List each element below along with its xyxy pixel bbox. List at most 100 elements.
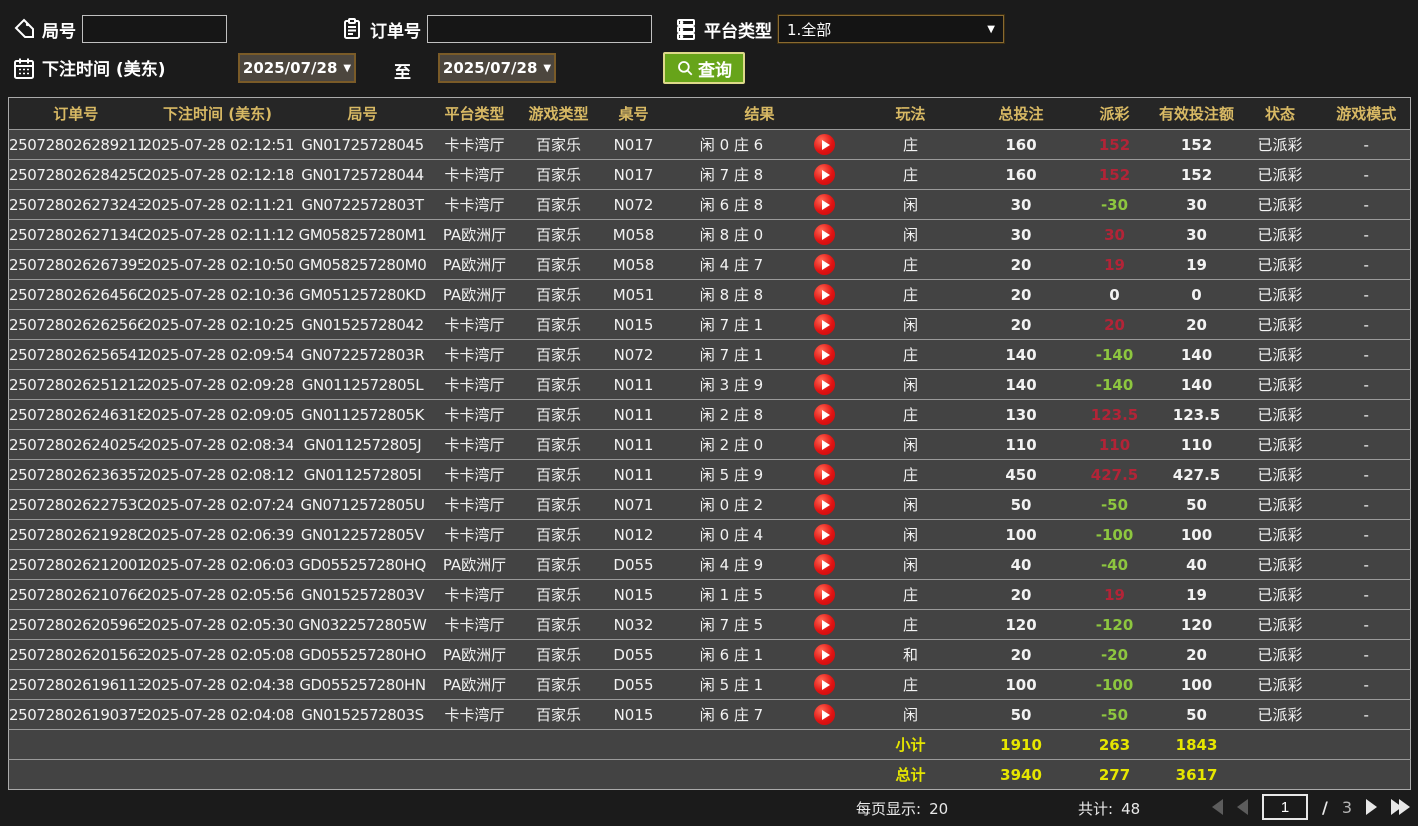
cell-round: GN0722572803R (292, 339, 433, 370)
cell-mode: - (1322, 489, 1411, 520)
subtotal-row-value: 小计 (852, 729, 969, 760)
cell-result: 闲 1 庄 5 (666, 579, 797, 610)
cell-platform: PA欧洲厅 (432, 219, 517, 250)
last-page-button[interactable] (1391, 799, 1411, 815)
date-to-select[interactable]: 2025/07/28 ▼ (438, 53, 556, 83)
cell-result: 闲 5 庄 1 (666, 669, 797, 700)
play-video-button[interactable] (814, 494, 835, 515)
cell-game: 百家乐 (516, 279, 601, 310)
cell-status: 已派彩 (1237, 699, 1323, 730)
cell-play (796, 609, 853, 640)
cell-play (796, 189, 853, 220)
cell-platform: 卡卡湾厅 (432, 609, 517, 640)
play-video-button[interactable] (814, 464, 835, 485)
page-number-input[interactable] (1262, 794, 1308, 820)
cell-bet: 闲 (852, 699, 969, 730)
cell-time: 2025-07-28 02:11:12 (142, 219, 293, 250)
bet-time-filter-group: 下注时间 (美东) (12, 55, 165, 80)
cell-status: 已派彩 (1237, 549, 1323, 580)
col-header-bet: 玩法 (852, 97, 969, 130)
cell-play (796, 129, 853, 160)
play-video-button[interactable] (814, 344, 835, 365)
cell-payout: -30 (1073, 189, 1156, 220)
play-video-button[interactable] (814, 434, 835, 455)
bet-time-filter-label: 下注时间 (美东) (42, 60, 166, 80)
round-input[interactable] (82, 15, 227, 43)
cell-order: 250728026240254 (8, 429, 143, 460)
query-button[interactable]: 查询 (663, 52, 745, 84)
cell-play (796, 369, 853, 400)
cell-payout: 0 (1073, 279, 1156, 310)
pagination: / 3 (1212, 794, 1411, 820)
table-row: 250728026201563 2025-07-28 02:05:08 GD0552… (8, 639, 1411, 670)
cell-payout: 20 (1073, 309, 1156, 340)
cell-order: 250728026227530 (8, 489, 143, 520)
table-header-row: 订单号 下注时间 (美东) 局号 平台类型 游戏类型 桌号 结果 玩法 总投注 … (8, 97, 1411, 130)
cell-mode: - (1322, 669, 1411, 700)
cell-platform: 卡卡湾厅 (432, 189, 517, 220)
cell-platform: 卡卡湾厅 (432, 369, 517, 400)
play-video-button[interactable] (814, 614, 835, 635)
platform-select[interactable]: 1.全部 ▼ (777, 14, 1005, 44)
server-list-icon (674, 17, 698, 41)
play-video-button[interactable] (814, 404, 835, 425)
first-page-button[interactable] (1212, 799, 1223, 815)
cell-game: 百家乐 (516, 339, 601, 370)
play-video-button[interactable] (814, 194, 835, 215)
cell-valid: 30 (1155, 189, 1238, 220)
next-page-button[interactable] (1366, 799, 1378, 815)
play-video-button[interactable] (814, 674, 835, 695)
play-video-button[interactable] (814, 254, 835, 275)
cell-valid: 50 (1155, 699, 1238, 730)
order-filter-group: 订单号 (340, 15, 652, 43)
table-row: 250728026273243 2025-07-28 02:11:21 GN0722… (8, 189, 1411, 220)
play-video-button[interactable] (814, 164, 835, 185)
order-input[interactable] (427, 15, 652, 43)
cell-valid: 0 (1155, 279, 1238, 310)
cell-payout: -120 (1073, 609, 1156, 640)
date-from-select[interactable]: 2025/07/28 ▼ (238, 53, 356, 83)
date-range-to-label: 至 (394, 63, 411, 83)
play-video-button[interactable] (814, 134, 835, 155)
cell-table_no: N015 (600, 699, 667, 730)
empty-cell (1322, 729, 1411, 760)
cell-time: 2025-07-28 02:04:08 (142, 699, 293, 730)
empty-cell (8, 729, 143, 760)
cell-bet: 闲 (852, 369, 969, 400)
cell-payout: -140 (1073, 369, 1156, 400)
cell-total: 120 (968, 609, 1074, 640)
col-header-mode: 游戏模式 (1322, 97, 1411, 130)
play-video-button[interactable] (814, 584, 835, 605)
cell-table_no: N071 (600, 489, 667, 520)
play-video-button[interactable] (814, 704, 835, 725)
date-from-value: 2025/07/28 (242, 59, 338, 77)
grand-total-row-value: 总计 (852, 759, 969, 790)
play-video-button[interactable] (814, 554, 835, 575)
col-header-time: 下注时间 (美东) (142, 97, 293, 130)
prev-page-button[interactable] (1237, 799, 1248, 815)
cell-total: 50 (968, 699, 1074, 730)
cell-play (796, 489, 853, 520)
play-video-button[interactable] (814, 314, 835, 335)
table-row: 250728026267395 2025-07-28 02:10:50 GM0582… (8, 249, 1411, 280)
table-row: 250728026190375 2025-07-28 02:04:08 GN0152… (8, 699, 1411, 730)
cell-table_no: N017 (600, 159, 667, 190)
cell-valid: 19 (1155, 249, 1238, 280)
cell-table_no: N017 (600, 129, 667, 160)
cell-status: 已派彩 (1237, 309, 1323, 340)
play-video-button[interactable] (814, 524, 835, 545)
play-video-button[interactable] (814, 644, 835, 665)
play-video-button[interactable] (814, 374, 835, 395)
play-video-button[interactable] (814, 224, 835, 245)
cell-payout: -100 (1073, 519, 1156, 550)
cell-status: 已派彩 (1237, 639, 1323, 670)
date-to-value: 2025/07/28 (442, 59, 538, 77)
empty-cell (8, 759, 143, 790)
table-row: 250728026251212 2025-07-28 02:09:28 GN0112… (8, 369, 1411, 400)
play-video-button[interactable] (814, 284, 835, 305)
cell-status: 已派彩 (1237, 249, 1323, 280)
cell-round: GN0112572805L (292, 369, 433, 400)
chevron-down-icon: ▼ (543, 62, 552, 74)
empty-cell (796, 759, 853, 790)
cell-status: 已派彩 (1237, 609, 1323, 640)
